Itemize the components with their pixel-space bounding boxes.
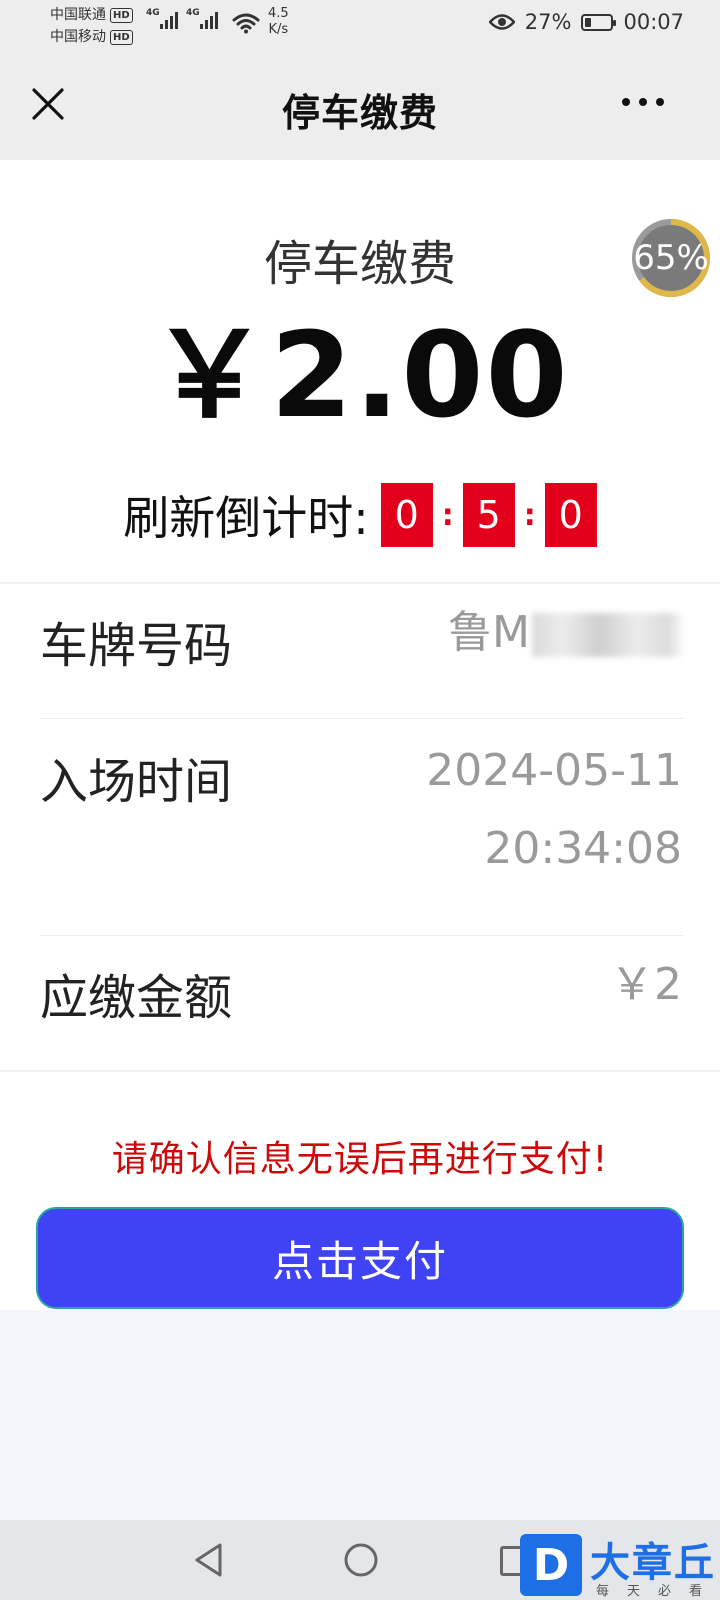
plate-label: 车牌号码: [40, 618, 233, 674]
carrier-mobile: 中国移动: [50, 29, 106, 45]
network-type: 4G: [146, 8, 160, 18]
divider: [0, 1070, 720, 1072]
countdown-separator: :: [523, 497, 536, 533]
divider: [40, 935, 684, 936]
plate-blur-mask: [532, 613, 682, 657]
plate-value: 鲁M: [448, 594, 682, 672]
speed-value: 4.5: [268, 6, 289, 21]
more-icon[interactable]: [622, 98, 664, 106]
eye-icon: [488, 14, 515, 30]
carrier-info: 中国联通 HD 中国移动 HD: [50, 4, 133, 48]
hd-badge: HD: [110, 7, 133, 23]
hd-badge: HD: [110, 29, 133, 45]
back-icon[interactable]: [192, 1542, 226, 1578]
battery-icon: [581, 13, 617, 31]
signal-icons: 4G 4G: [146, 8, 218, 29]
countdown-digit: 0: [380, 483, 433, 547]
progress-badge[interactable]: 65%: [630, 217, 712, 299]
refresh-countdown: 刷新倒计时: 0 : 5 : 0: [0, 482, 720, 548]
watermark: D 大章丘 每天必看: [520, 1534, 720, 1600]
speed-unit: K/s: [268, 22, 289, 37]
countdown-label: 刷新倒计时:: [123, 491, 369, 545]
wifi-icon: [232, 13, 260, 34]
watermark-slogan: 每天必看: [596, 1584, 720, 1599]
divider: [40, 718, 684, 719]
countdown-digit: 0: [544, 483, 597, 547]
signal-bars-icon: 4G: [146, 8, 178, 29]
clock: 00:07: [623, 10, 684, 34]
home-icon[interactable]: [343, 1542, 379, 1578]
nav-bar: 停车缴费: [0, 52, 720, 160]
status-bar: 中国联通 HD 中国移动 HD 4G 4G 4.5 K/s 27% 00:07: [0, 0, 720, 52]
status-right: 27% 00:07: [488, 10, 684, 34]
confirm-warning: 请确认信息无误后再进行支付!: [111, 1139, 609, 1180]
signal-bars-icon: 4G: [186, 8, 218, 29]
entry-time-value: 20:34:08: [484, 823, 682, 874]
battery-fill: [585, 17, 592, 27]
divider: [0, 582, 720, 584]
countdown-separator: :: [441, 497, 454, 533]
payment-title: 停车缴费: [263, 236, 456, 292]
pay-button[interactable]: 点击支付: [36, 1207, 684, 1309]
entry-date-value: 2024-05-11: [426, 745, 682, 796]
carrier-unicom: 中国联通: [50, 7, 106, 23]
payment-amount: ￥2.00: [150, 306, 570, 444]
watermark-logo-icon: D: [520, 1534, 582, 1596]
network-speed: 4.5 K/s: [268, 6, 289, 38]
amount-due-label: 应缴金额: [40, 970, 233, 1026]
amount-due-value: ￥2: [610, 959, 682, 1010]
battery-percent: 27%: [524, 10, 572, 34]
nav-title: 停车缴费: [281, 91, 438, 135]
network-type: 4G: [186, 8, 200, 18]
progress-percent: 65%: [633, 238, 709, 278]
countdown-digit: 5: [462, 483, 515, 547]
entry-time-label: 入场时间: [40, 754, 233, 810]
plate-prefix: 鲁M: [448, 607, 530, 658]
